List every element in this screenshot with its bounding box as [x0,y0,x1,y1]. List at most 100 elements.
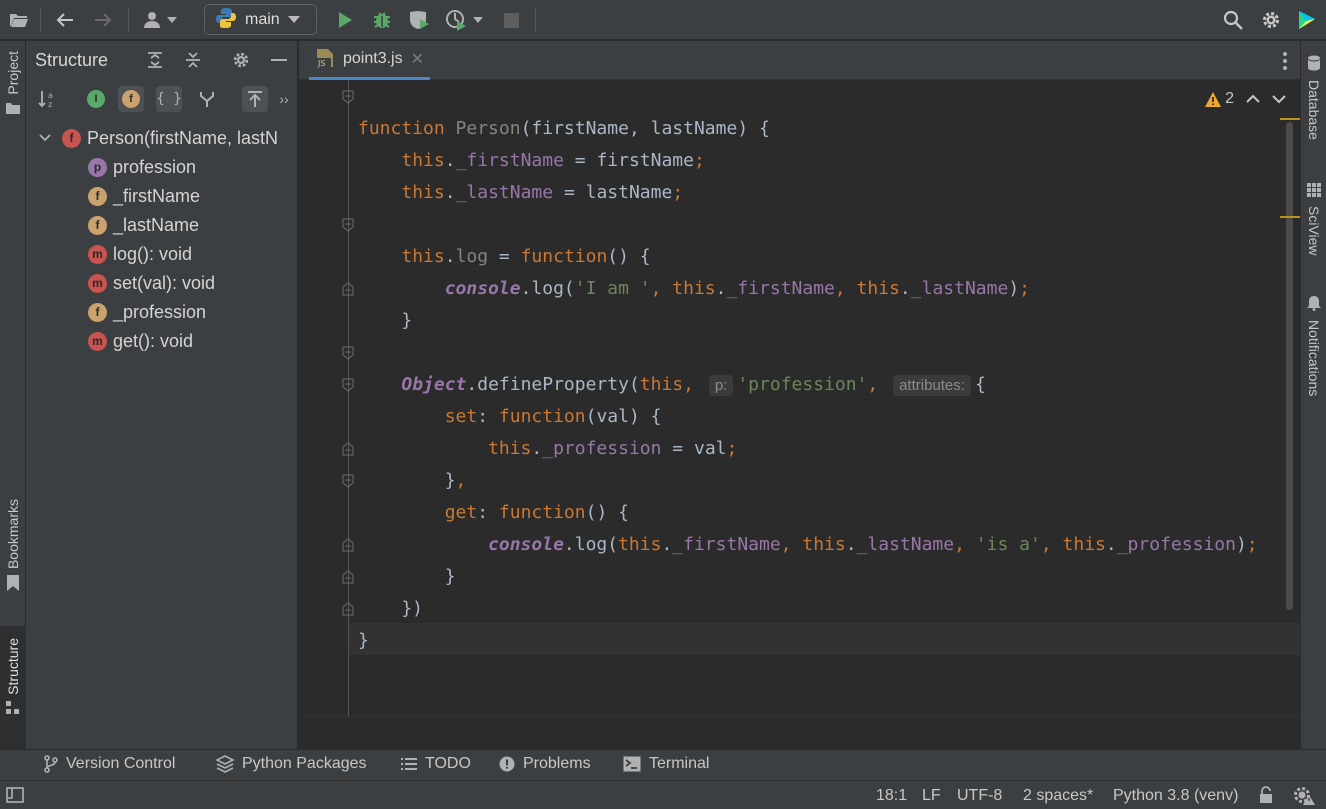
gear-icon[interactable] [1258,7,1284,33]
editor-bottom-area [299,716,1300,749]
python-interpreter[interactable]: Python 3.8 (venv) [1113,787,1238,805]
profile-icon[interactable] [442,7,486,33]
inspection-widget[interactable]: 2 [1205,90,1286,108]
tool-version-control-label: Version Control [66,755,176,772]
layers-icon [216,755,234,773]
panel-gear-icon[interactable] [228,47,254,73]
branch-selector[interactable]: main [204,4,317,35]
run-icon[interactable] [332,7,358,33]
branch-icon [44,755,58,773]
kebab-menu-icon[interactable] [1282,51,1288,74]
tree-node[interactable]: m get(): void [88,328,193,354]
error-stripe-mark[interactable] [1280,216,1300,218]
tool-tab-project[interactable]: Project [0,51,26,117]
fold-close-icon[interactable] [342,602,354,616]
fold-close-icon[interactable] [342,442,354,456]
tool-python-packages[interactable]: Python Packages [216,755,367,773]
fold-close-icon[interactable] [342,538,354,552]
vertical-scrollbar[interactable] [1286,122,1293,610]
file-encoding[interactable]: UTF-8 [957,787,1002,805]
more-icon[interactable]: ›› [274,86,294,112]
tree-node-icon: m [88,273,107,293]
show-braces-icon[interactable]: { } [156,86,182,112]
lock-icon[interactable] [1258,786,1274,807]
problems-icon [499,756,515,772]
tool-python-packages-label: Python Packages [242,755,367,772]
forward-arrow-icon[interactable] [90,7,116,33]
editor-tabbar: JS point3.js ✕ [299,41,1300,80]
chevron-down-icon[interactable] [1272,91,1286,107]
code-line: this.log = function() { [401,246,651,267]
show-fields-icon[interactable]: f [118,86,144,112]
show-inherited-icon[interactable]: I [83,86,109,112]
coverage-icon[interactable] [406,7,432,33]
debug-icon[interactable] [369,7,395,33]
user-icon[interactable] [140,7,180,33]
code-line: function Person(firstName, lastName) { [358,118,770,139]
tool-tab-notifications[interactable]: Notifications [1301,295,1326,396]
tree-node-icon: f [88,186,107,206]
tree-node[interactable]: f _firstName [88,183,200,209]
fold-open-icon[interactable] [342,474,354,488]
fold-open-icon[interactable] [342,90,354,104]
fold-close-icon[interactable] [342,282,354,296]
stop-icon[interactable] [498,7,524,33]
sciview-icon [1307,183,1321,200]
hide-panel-icon[interactable] [266,47,292,73]
structure-header: Structure [26,41,298,79]
code-line: Object.defineProperty(this, p:'professio… [401,374,986,396]
indent-setting[interactable]: 2 spaces* [1023,787,1093,805]
tool-tab-sciview[interactable]: SciView [1301,183,1326,256]
gear-warning-icon[interactable] [1292,785,1316,808]
warning-count: 2 [1225,90,1234,107]
back-arrow-icon[interactable] [52,7,78,33]
tool-tab-database[interactable]: Database [1301,55,1326,140]
tree-node-person[interactable]: f Person(firstName, lastN [38,125,278,151]
sort-alpha-icon[interactable]: az [35,86,61,112]
tool-todo[interactable]: TODO [401,755,471,773]
warning-icon [1205,91,1222,107]
param-hint: attributes: [893,375,971,396]
fold-open-icon[interactable] [342,378,354,392]
layout-toggle-icon[interactable] [6,787,24,806]
chevron-down-icon[interactable] [38,130,52,146]
tree-node-icon: f [88,302,107,322]
code-line: } [358,630,369,651]
tree-node[interactable]: f _lastName [88,212,199,238]
tool-version-control[interactable]: Version Control [44,755,175,773]
code-editor[interactable]: function Person(firstName, lastName) { t… [299,80,1300,716]
tree-node-label: get(): void [113,330,194,351]
tool-tab-sciview-label: SciView [1306,206,1322,256]
tree-node[interactable]: f _profession [88,299,206,325]
code-line: set: function(val) { [444,406,662,427]
code-line: } [358,310,413,331]
tree-node[interactable]: m set(val): void [88,270,215,296]
tool-tab-notifications-label: Notifications [1306,320,1322,397]
caret-position[interactable]: 18:1 [876,787,907,805]
search-icon[interactable] [1220,7,1246,33]
fold-close-icon[interactable] [342,570,354,584]
error-stripe-mark[interactable] [1280,118,1300,120]
tool-tab-structure[interactable]: Structure [0,626,26,749]
tool-tab-bookmarks[interactable]: Bookmarks [0,499,26,594]
close-icon[interactable]: ✕ [411,49,424,69]
tree-node[interactable]: p profession [88,154,196,180]
collapse-all-icon[interactable] [180,47,206,73]
expand-all-icon[interactable] [142,47,168,73]
tool-terminal[interactable]: Terminal [623,755,709,773]
tree-node-label: log(): void [113,243,193,264]
autoscroll-icon[interactable] [242,86,268,112]
tree-node-icon: m [88,331,107,351]
tree-node[interactable]: m log(): void [88,241,192,267]
tab-point3-js[interactable]: JS point3.js ✕ [309,41,430,80]
branch-label: main [245,10,280,28]
fold-open-icon[interactable] [342,218,354,232]
open-folder-icon[interactable] [6,7,32,33]
toolbox-icon[interactable] [1294,7,1320,33]
group-icon[interactable] [194,86,220,112]
line-separator[interactable]: LF [922,787,941,805]
chevron-up-icon[interactable] [1246,91,1260,107]
code-line: this._lastName = lastName; [401,182,684,203]
tool-problems[interactable]: Problems [499,755,591,773]
fold-open-icon[interactable] [342,346,354,360]
